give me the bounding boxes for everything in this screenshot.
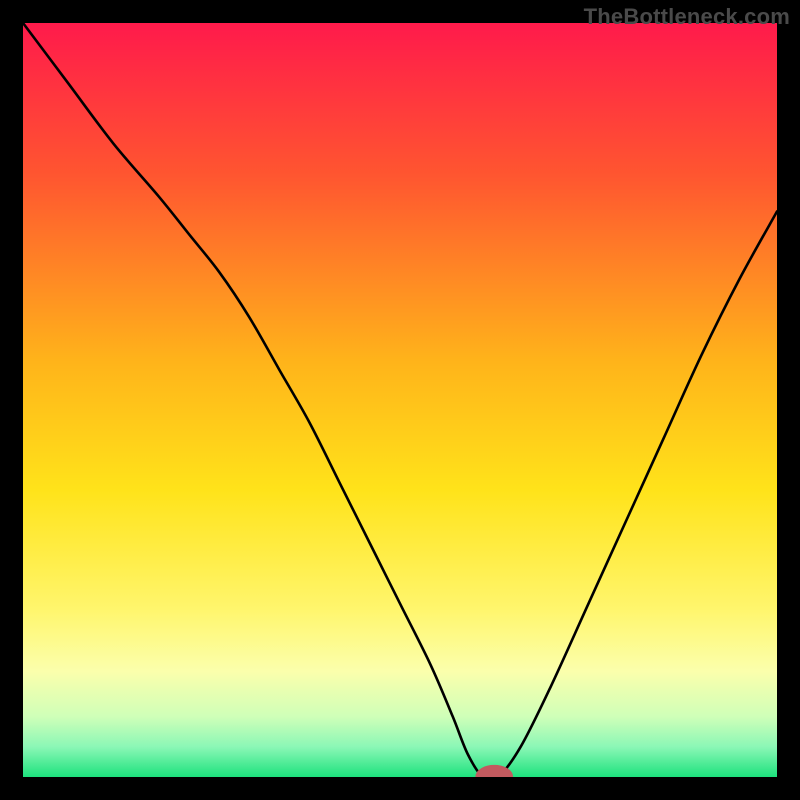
plot-area <box>23 23 777 777</box>
chart-svg <box>23 23 777 777</box>
gradient-background <box>23 23 777 777</box>
chart-frame: TheBottleneck.com <box>0 0 800 800</box>
optimal-point-marker <box>479 769 509 777</box>
watermark-text: TheBottleneck.com <box>584 4 790 30</box>
